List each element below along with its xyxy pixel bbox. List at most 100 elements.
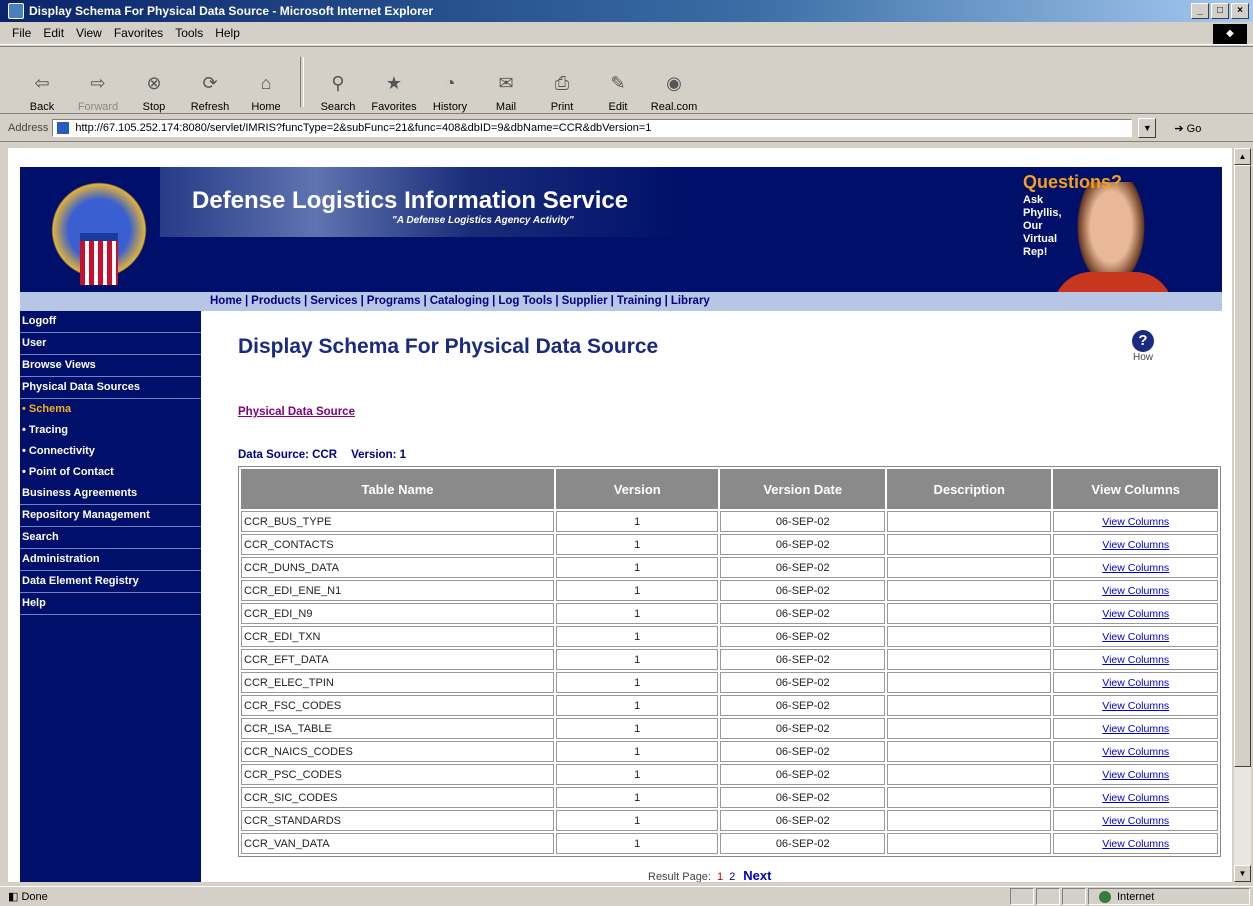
view-columns-link[interactable]: View Columns	[1053, 649, 1218, 670]
data-source-info: Data Source: CCR Version: 1	[238, 449, 420, 461]
minimize-button[interactable]: _	[1191, 3, 1209, 19]
cell-version-date: 06-SEP-02	[720, 833, 885, 854]
nav-training[interactable]: Training	[617, 295, 662, 307]
home-icon: ⌂	[260, 72, 272, 93]
history-icon: ◔	[444, 72, 456, 93]
window-title-bar: Display Schema For Physical Data Source …	[0, 0, 1253, 22]
view-columns-link[interactable]: View Columns	[1053, 557, 1218, 578]
cell-version: 1	[555, 534, 719, 555]
sidebar-item-schema[interactable]: • Schema	[20, 399, 201, 420]
menu-tools[interactable]: Tools	[175, 26, 203, 40]
page-done-icon: ◧	[8, 891, 19, 903]
nav-home[interactable]: Home	[210, 295, 242, 307]
sidebar-item-data-element-registry[interactable]: Data Element Registry	[20, 571, 201, 593]
how-help-button[interactable]: ? How	[1128, 330, 1158, 363]
view-columns-link[interactable]: View Columns	[1053, 787, 1218, 808]
table-row: CCR_SIC_CODES 1 06-SEP-02 View Columns	[241, 787, 1218, 808]
sidebar-item-logoff[interactable]: Logoff	[20, 311, 201, 333]
sidebar-item-tracing[interactable]: • Tracing	[20, 420, 201, 441]
cell-table-name: CCR_EDI_ENE_N1	[241, 580, 554, 601]
nav-services[interactable]: Services	[310, 295, 357, 307]
scroll-up-arrow-icon[interactable]: ▲	[1234, 148, 1251, 165]
view-columns-link[interactable]: View Columns	[1053, 741, 1218, 762]
table-row: CCR_DUNS_DATA 1 06-SEP-02 View Columns	[241, 557, 1218, 578]
menu-favorites[interactable]: Favorites	[114, 26, 163, 40]
nav-programs[interactable]: Programs	[367, 295, 421, 307]
scroll-thumb[interactable]	[1234, 165, 1251, 767]
next-page-link[interactable]: Next	[743, 868, 771, 882]
vertical-scrollbar[interactable]: ▲ ▼	[1234, 148, 1251, 882]
history-button[interactable]: ◔ History	[422, 53, 478, 114]
sidebar-item-physical-data-sources[interactable]: Physical Data Sources	[20, 377, 201, 399]
nav-log-tools[interactable]: Log Tools	[498, 295, 552, 307]
cell-table-name: CCR_VAN_DATA	[241, 833, 554, 854]
windows-logo-icon: ◆	[1213, 24, 1247, 44]
forward-button[interactable]: ⇨ Forward	[70, 53, 126, 114]
nav-supplier[interactable]: Supplier	[562, 295, 608, 307]
view-columns-link[interactable]: View Columns	[1053, 833, 1218, 854]
real-icon: ◉	[666, 72, 682, 93]
status-bar: ◧ Done Internet	[0, 886, 1253, 906]
cell-description	[886, 833, 1052, 854]
view-columns-link[interactable]: View Columns	[1053, 718, 1218, 739]
real-com-button[interactable]: ◉ Real.com	[646, 53, 702, 114]
cell-table-name: CCR_SIC_CODES	[241, 787, 554, 808]
print-button[interactable]: ⎙ Print	[534, 53, 590, 114]
cell-version-date: 06-SEP-02	[720, 580, 885, 601]
sidebar-item-point-of-contact[interactable]: • Point of Contact	[20, 462, 201, 483]
mail-button[interactable]: ✉ Mail	[478, 53, 534, 114]
address-input[interactable]: http://67.105.252.174:8080/servlet/IMRIS…	[52, 119, 1133, 137]
col-version-date: Version Date	[720, 469, 885, 509]
go-button[interactable]: ➔ Go	[1174, 122, 1201, 135]
view-columns-link[interactable]: View Columns	[1053, 764, 1218, 785]
page-2-link[interactable]: 2	[729, 871, 735, 882]
view-columns-link[interactable]: View Columns	[1053, 534, 1218, 555]
sidebar-item-repository-management[interactable]: Repository Management	[20, 505, 201, 527]
menu-view[interactable]: View	[76, 26, 102, 40]
view-columns-link[interactable]: View Columns	[1053, 672, 1218, 693]
sidebar-item-user[interactable]: User	[20, 333, 201, 355]
favorites-button[interactable]: ★ Favorites	[366, 53, 422, 114]
search-icon: ⚲	[331, 72, 345, 93]
sidebar-item-connectivity[interactable]: • Connectivity	[20, 441, 201, 462]
table-row: CCR_EFT_DATA 1 06-SEP-02 View Columns	[241, 649, 1218, 670]
menu-edit[interactable]: Edit	[43, 26, 64, 40]
search-button[interactable]: ⚲ Search	[310, 53, 366, 114]
sidebar-item-help[interactable]: Help	[20, 593, 201, 615]
sidebar-item-administration[interactable]: Administration	[20, 549, 201, 571]
view-columns-link[interactable]: View Columns	[1053, 695, 1218, 716]
nav-library[interactable]: Library	[671, 295, 710, 307]
home-button[interactable]: ⌂ Home	[238, 53, 294, 114]
stop-button[interactable]: ⊗ Stop	[126, 53, 182, 114]
standard-toolbar: ⇦ Back ⇨ Forward ⊗ Stop ⟳ Refresh ⌂ Home ⚲ Sea…	[0, 46, 1253, 114]
virtual-rep-promo[interactable]: Questions? Ask Phyllis, Our Virtual Rep!	[1023, 172, 1173, 312]
nav-products[interactable]: Products	[251, 295, 301, 307]
nav-cataloging[interactable]: Cataloging	[430, 295, 489, 307]
sidebar-item-business-agreements[interactable]: Business Agreements	[20, 483, 201, 505]
sidebar-item-search[interactable]: Search	[20, 527, 201, 549]
page-1-link[interactable]: 1	[717, 871, 723, 882]
refresh-button[interactable]: ⟳ Refresh	[182, 53, 238, 114]
view-columns-link[interactable]: View Columns	[1053, 810, 1218, 831]
scroll-down-arrow-icon[interactable]: ▼	[1234, 865, 1251, 882]
menu-help[interactable]: Help	[215, 26, 240, 40]
back-button[interactable]: ⇦ Back	[14, 53, 70, 114]
cell-version-date: 06-SEP-02	[720, 764, 885, 785]
close-button[interactable]: ×	[1231, 3, 1249, 19]
cell-description	[886, 695, 1052, 716]
view-columns-link[interactable]: View Columns	[1053, 511, 1218, 532]
address-dropdown-button[interactable]: ▼	[1138, 118, 1157, 138]
view-columns-link[interactable]: View Columns	[1053, 626, 1218, 647]
menu-file[interactable]: File	[12, 26, 31, 40]
view-columns-link[interactable]: View Columns	[1053, 580, 1218, 601]
cell-version: 1	[555, 626, 719, 647]
cell-table-name: CCR_ELEC_TPIN	[241, 672, 554, 693]
go-arrow-icon: ➔	[1174, 122, 1184, 135]
edit-button[interactable]: ✎ Edit	[590, 53, 646, 114]
breadcrumb-physical-data-source[interactable]: Physical Data Source	[238, 406, 355, 418]
table-row: CCR_ELEC_TPIN 1 06-SEP-02 View Columns	[241, 672, 1218, 693]
sidebar-item-browse-views[interactable]: Browse Views	[20, 355, 201, 377]
address-url: http://67.105.252.174:8080/servlet/IMRIS…	[75, 122, 652, 134]
maximize-button[interactable]: □	[1211, 3, 1229, 19]
view-columns-link[interactable]: View Columns	[1053, 603, 1218, 624]
